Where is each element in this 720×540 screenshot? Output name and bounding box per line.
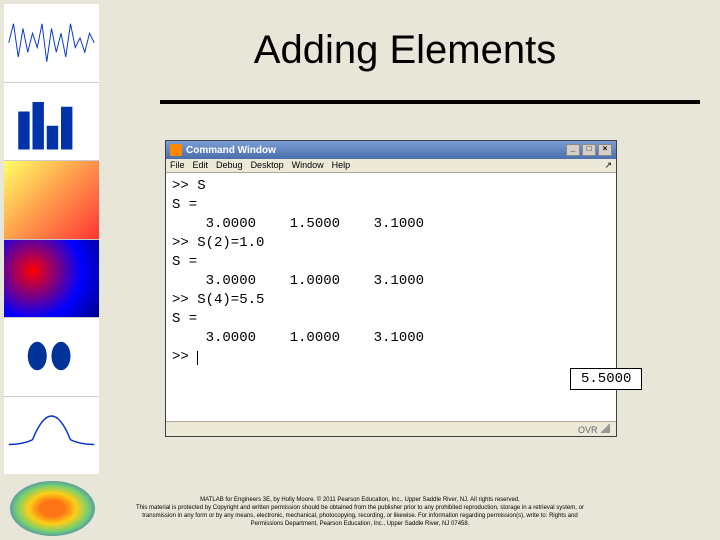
menu-edit[interactable]: Edit [193,160,209,171]
menu-file[interactable]: File [170,160,185,171]
output-line: 3.0000 1.5000 3.1000 [172,215,610,234]
status-ovr: OVR [578,425,598,435]
undock-icon[interactable]: ↗ [604,160,612,171]
thumb-surface-plot [4,161,99,240]
thumb-fractal-plot [4,240,99,319]
footer-line: This material is protected by Copyright … [20,504,700,512]
copyright-footer: MATLAB for Engineers 3E, by Holly Moore.… [20,496,700,528]
prompt-line: >> [172,348,610,367]
matlab-icon [170,144,182,156]
output-line: S = [172,196,610,215]
window-titlebar[interactable]: Command Window _ □ × [166,141,616,159]
thumbnail-strip [4,4,99,474]
cursor-icon [197,351,198,365]
thumb-density-plot [4,318,99,397]
menu-help[interactable]: Help [332,160,351,171]
status-bar: OVR [166,421,616,436]
command-content[interactable]: >> S S = 3.0000 1.5000 3.1000 >> S(2)=1.… [166,173,616,421]
menu-bar: File Edit Debug Desktop Window Help ↗ [166,159,616,173]
footer-line: MATLAB for Engineers 3E, by Holly Moore.… [20,496,700,504]
window-title: Command Window [186,145,564,156]
menu-desktop[interactable]: Desktop [251,160,284,171]
footer-line: transmission in any form or by any means… [20,512,700,520]
thumb-signal-plot [4,4,99,83]
output-line: S = [172,310,610,329]
menu-window[interactable]: Window [292,160,324,171]
menu-debug[interactable]: Debug [216,160,243,171]
highlight-new-element: 5.5000 [570,368,642,390]
cmd-line: >> S(2)=1.0 [172,234,610,253]
slide-title: Adding Elements [110,28,700,73]
thumb-bar-chart [4,83,99,162]
maximize-button[interactable]: □ [582,144,596,156]
thumb-sinc-plot [4,397,99,475]
resize-grip-icon[interactable] [600,423,610,433]
output-line: 3.0000 1.0000 3.1000 [172,329,610,348]
close-button[interactable]: × [598,144,612,156]
output-line: S = [172,253,610,272]
command-window: Command Window _ □ × File Edit Debug Des… [165,140,617,437]
output-line: 3.0000 1.0000 3.1000 [172,272,610,291]
footer-line: Permissions Department, Pearson Educatio… [20,520,700,528]
cmd-line: >> S [172,177,610,196]
cmd-line: >> S(4)=5.5 [172,291,610,310]
minimize-button[interactable]: _ [566,144,580,156]
title-underline [160,100,700,104]
